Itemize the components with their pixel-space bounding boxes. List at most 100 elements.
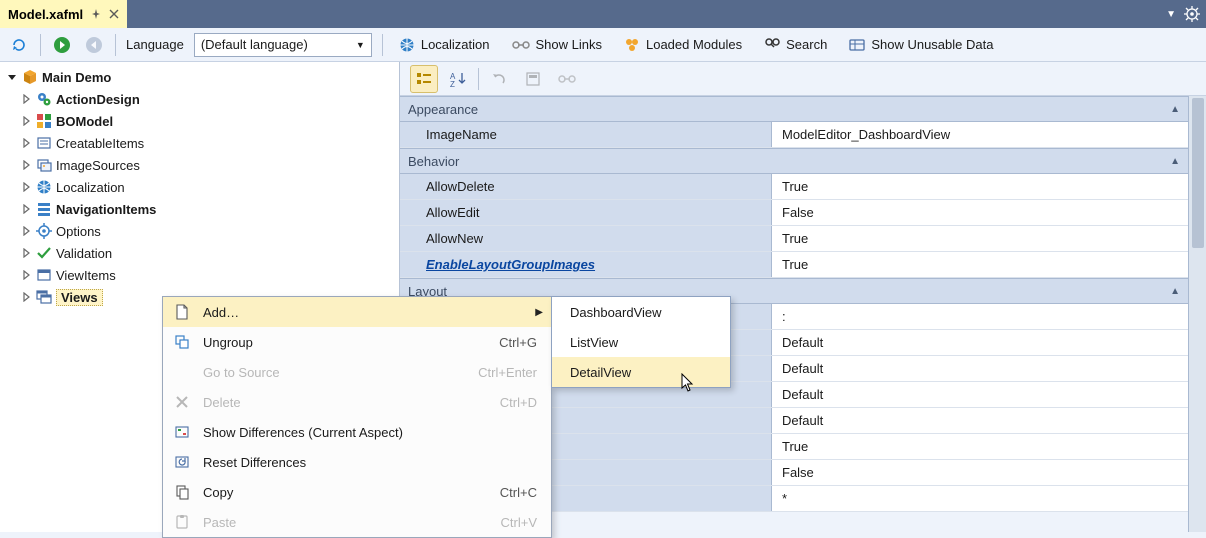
property-value[interactable]: Default bbox=[782, 387, 823, 402]
search-button[interactable]: Search bbox=[758, 35, 833, 55]
views-icon bbox=[36, 289, 52, 305]
property-row[interactable]: AllowEdit False bbox=[400, 200, 1188, 226]
categorized-button[interactable] bbox=[410, 65, 438, 93]
property-value[interactable]: True bbox=[782, 439, 808, 454]
settings-icon[interactable] bbox=[1184, 6, 1200, 22]
tree-node-imagesources[interactable]: ImageSources bbox=[6, 154, 393, 176]
property-value[interactable]: Default bbox=[782, 413, 823, 428]
loaded-modules-label: Loaded Modules bbox=[646, 37, 742, 52]
delete-icon bbox=[173, 393, 191, 411]
file-tab[interactable]: Model.xafml bbox=[0, 0, 127, 28]
tree-node-options[interactable]: Options bbox=[6, 220, 393, 242]
tree-root[interactable]: Main Demo bbox=[6, 66, 393, 88]
property-value[interactable]: True bbox=[782, 179, 808, 194]
collapse-icon[interactable]: ▲ bbox=[1170, 156, 1180, 167]
nav-forward-button[interactable] bbox=[51, 34, 73, 56]
loaded-modules-button[interactable]: Loaded Modules bbox=[618, 35, 748, 55]
tree-node-actiondesign[interactable]: ActionDesign bbox=[6, 88, 393, 110]
collapse-icon[interactable]: ▲ bbox=[1170, 286, 1180, 297]
property-row[interactable]: AllowNew True bbox=[400, 226, 1188, 252]
submenu-item-listview[interactable]: ListView bbox=[552, 327, 730, 357]
menu-shortcut: Ctrl+C bbox=[500, 485, 541, 500]
property-value[interactable]: False bbox=[782, 465, 814, 480]
refresh-button[interactable] bbox=[8, 34, 30, 56]
ungroup-icon bbox=[173, 333, 191, 351]
expand-icon[interactable] bbox=[20, 137, 32, 149]
menu-item-add-[interactable]: Add…▶ bbox=[163, 297, 551, 327]
property-name: AllowEdit bbox=[426, 205, 479, 220]
expand-icon[interactable] bbox=[20, 291, 32, 303]
view-icon bbox=[36, 267, 52, 283]
show-unusable-label: Show Unusable Data bbox=[871, 37, 993, 52]
pin-icon[interactable] bbox=[91, 9, 101, 19]
link-button[interactable] bbox=[553, 65, 581, 93]
collapse-icon[interactable]: ▲ bbox=[1170, 104, 1180, 115]
property-name: AllowNew bbox=[426, 231, 483, 246]
nav-back-button[interactable] bbox=[83, 34, 105, 56]
submenu-item-detailview[interactable]: DetailView bbox=[552, 357, 730, 387]
expand-icon[interactable] bbox=[20, 203, 32, 215]
property-row[interactable]: AllowDeleteTrue bbox=[400, 174, 1188, 200]
property-value[interactable]: : bbox=[782, 309, 786, 324]
app-icon bbox=[22, 69, 38, 85]
expand-icon[interactable] bbox=[20, 225, 32, 237]
tree-node-validation[interactable]: Validation bbox=[6, 242, 393, 264]
menu-item-reset-differences[interactable]: Reset Differences bbox=[163, 447, 551, 477]
stack-icon bbox=[36, 201, 52, 217]
property-value[interactable]: Default bbox=[782, 361, 823, 376]
property-value[interactable]: ModelEditor_DashboardView bbox=[782, 127, 950, 142]
paste-icon bbox=[173, 513, 191, 531]
colors-icon bbox=[36, 113, 52, 129]
tree-node-label: NavigationItems bbox=[56, 202, 156, 217]
tree-node-creatableitems[interactable]: CreatableItems bbox=[6, 132, 393, 154]
close-icon[interactable] bbox=[109, 9, 119, 19]
expand-icon[interactable] bbox=[20, 269, 32, 281]
localization-button[interactable]: Localization bbox=[393, 35, 496, 55]
globe-icon bbox=[36, 179, 52, 195]
menu-item-show-differences-current-aspect-[interactable]: Show Differences (Current Aspect) bbox=[163, 417, 551, 447]
tree-root-label: Main Demo bbox=[42, 70, 111, 85]
submenu-item-dashboardview[interactable]: DashboardView bbox=[552, 297, 730, 327]
menu-item-copy[interactable]: Copy Ctrl+C bbox=[163, 477, 551, 507]
new-file-icon bbox=[173, 303, 191, 321]
property-value[interactable]: * bbox=[782, 491, 787, 506]
tree-node-label: Localization bbox=[56, 180, 125, 195]
category-appearance[interactable]: Appearance▲ bbox=[400, 96, 1188, 122]
tree-node-bomodel[interactable]: BOModel bbox=[6, 110, 393, 132]
menu-item-label: Paste bbox=[203, 515, 489, 530]
show-links-button[interactable]: Show Links bbox=[506, 35, 608, 54]
category-behavior[interactable]: Behavior▲ bbox=[400, 148, 1188, 174]
property-row[interactable]: EnableLayoutGroupImages True bbox=[400, 252, 1188, 278]
tree-node-label: CreatableItems bbox=[56, 136, 144, 151]
property-value[interactable]: False bbox=[782, 205, 814, 220]
language-select[interactable]: (Default language) ▼ bbox=[194, 33, 372, 57]
menu-shortcut: Ctrl+Enter bbox=[478, 365, 541, 380]
diff-icon bbox=[173, 423, 191, 441]
property-row[interactable]: ImageNameModelEditor_DashboardView bbox=[400, 122, 1188, 148]
menu-item-label: Ungroup bbox=[203, 335, 487, 350]
layout-button[interactable] bbox=[519, 65, 547, 93]
menu-item-ungroup[interactable]: UngroupCtrl+G bbox=[163, 327, 551, 357]
property-value[interactable]: True bbox=[782, 231, 808, 246]
tree-node-localization[interactable]: Localization bbox=[6, 176, 393, 198]
show-unusable-button[interactable]: Show Unusable Data bbox=[843, 35, 999, 55]
property-name[interactable]: EnableLayoutGroupImages bbox=[426, 257, 595, 272]
undo-button[interactable] bbox=[485, 65, 513, 93]
tree-node-viewitems[interactable]: ViewItems bbox=[6, 264, 393, 286]
expand-icon[interactable] bbox=[20, 159, 32, 171]
list-icon bbox=[36, 135, 52, 151]
expand-icon[interactable] bbox=[20, 181, 32, 193]
property-value[interactable]: True bbox=[782, 257, 808, 272]
window-menu-icon[interactable]: ▼ bbox=[1166, 9, 1176, 20]
property-value[interactable]: Default bbox=[782, 335, 823, 350]
expand-icon[interactable] bbox=[20, 247, 32, 259]
alphabetical-button[interactable]: AZ bbox=[444, 65, 472, 93]
expand-icon[interactable] bbox=[6, 71, 18, 83]
tree-node-navigationitems[interactable]: NavigationItems bbox=[6, 198, 393, 220]
tree-node-label: ActionDesign bbox=[56, 92, 140, 107]
images-icon bbox=[36, 157, 52, 173]
expand-icon[interactable] bbox=[20, 115, 32, 127]
menu-item-label: Copy bbox=[203, 485, 488, 500]
expand-icon[interactable] bbox=[20, 93, 32, 105]
vertical-scrollbar[interactable] bbox=[1188, 96, 1206, 532]
